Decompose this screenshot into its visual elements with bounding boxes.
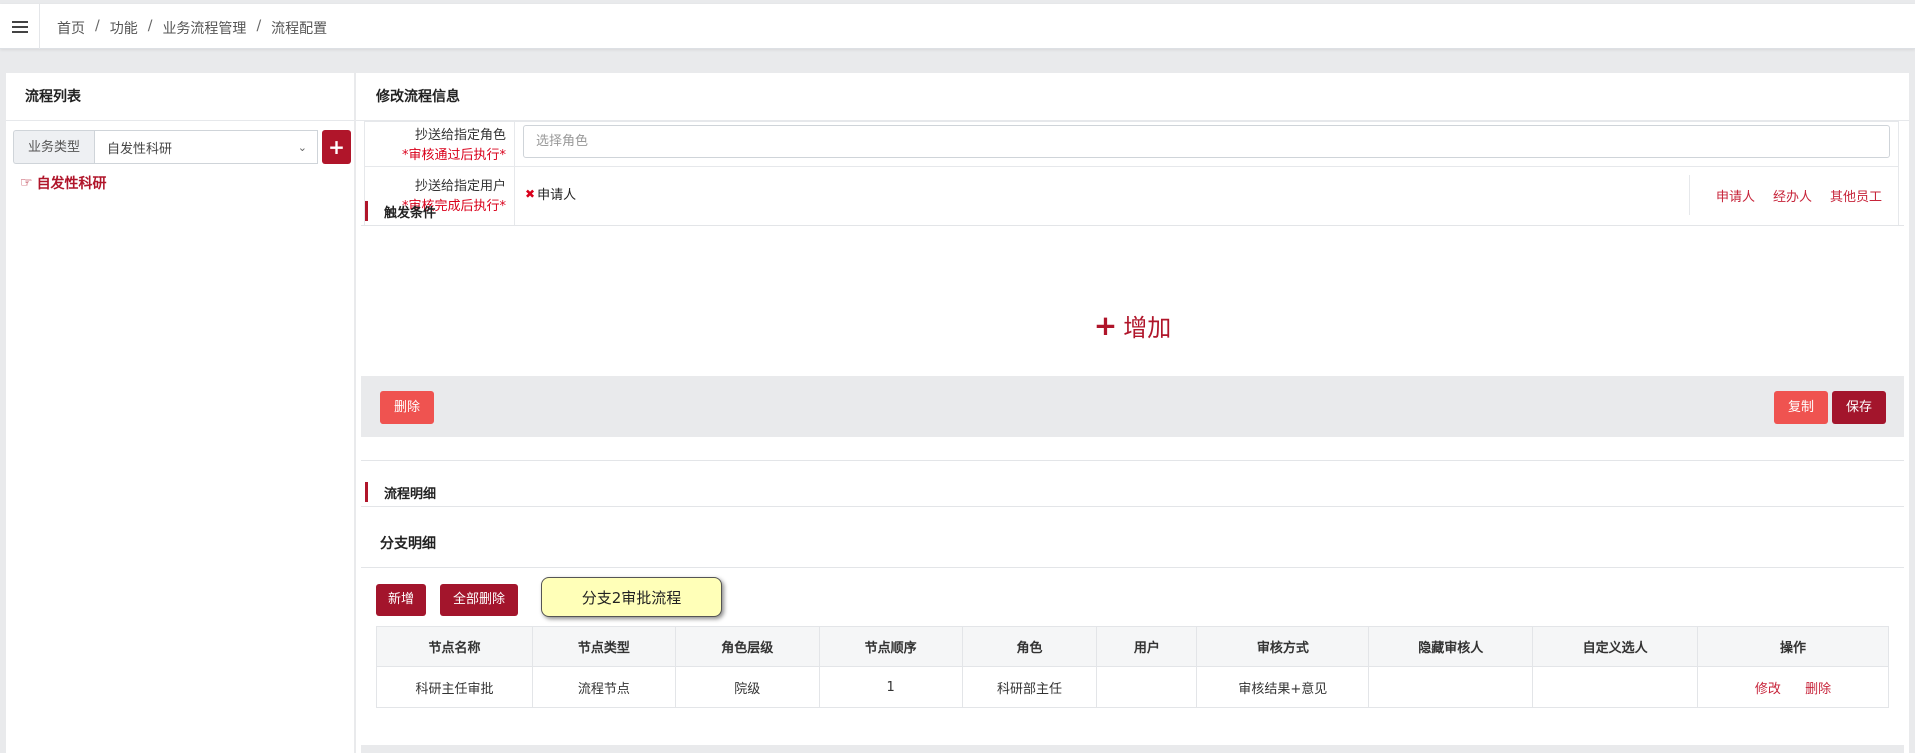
- add-trigger-area: + 增加: [361, 275, 1904, 375]
- menu-toggle-icon[interactable]: [0, 4, 40, 49]
- delete-button[interactable]: 删除: [380, 391, 435, 424]
- plus-icon: +: [1093, 308, 1118, 342]
- delete-row-link[interactable]: 删除: [1805, 682, 1831, 697]
- copy-button[interactable]: 复制: [1774, 391, 1829, 424]
- col-hidden-reviewer: 隐藏审核人: [1368, 626, 1534, 667]
- col-role-level: 角色层级: [674, 626, 820, 667]
- cc-user-options: 申请人 经办人 其他员工: [1688, 175, 1898, 215]
- business-type-value: 自发性科研: [107, 141, 173, 157]
- cc-user-field: ✖ 申请人 申请人 经办人 其他员工: [515, 167, 1898, 225]
- cc-role-field: 选择角色: [515, 122, 1898, 166]
- branch-detail-title: 分支明细: [380, 536, 436, 552]
- chevron-down-icon: ⌄: [297, 140, 307, 154]
- col-node-type: 节点类型: [531, 626, 676, 667]
- divider: [361, 506, 1904, 507]
- cc-role-note: *审核通过后执行*: [401, 148, 506, 163]
- business-type-filter: 业务类型 自发性科研 ⌄ +: [13, 130, 351, 164]
- flow-list-panel: 流程列表 业务类型 自发性科研 ⌄ + ☞ 自发性科研: [6, 73, 354, 753]
- save-button[interactable]: 保存: [1832, 391, 1887, 424]
- branch-tooltip: 分支2审批流程: [541, 577, 722, 617]
- action-bar: 删除 复制 保存: [361, 376, 1904, 437]
- col-node-order: 节点顺序: [818, 626, 963, 667]
- cc-role-row: 抄送给指定角色 *审核通过后执行* 选择角色: [365, 121, 1898, 166]
- breadcrumb-home[interactable]: 首页: [57, 18, 85, 38]
- business-type-label: 业务类型: [13, 130, 94, 164]
- cell-node-order: 1: [818, 666, 963, 708]
- breadcrumb: 首页 / 功能 / 业务流程管理 / 流程配置: [57, 18, 327, 38]
- col-review-method: 审核方式: [1196, 626, 1370, 667]
- add-trigger-button[interactable]: + 增加: [1094, 308, 1171, 343]
- cc-user-row: 抄送给指定用户 *审核完成后执行* ✖ 申请人 申请人 经办人 其他员工: [365, 166, 1898, 225]
- cc-role-label-cell: 抄送给指定角色 *审核通过后执行*: [365, 122, 515, 166]
- detail-section-header: 流程明细: [365, 481, 436, 503]
- section-accent-bar: [365, 201, 368, 221]
- add-node-button[interactable]: 新增: [376, 584, 427, 616]
- trigger-section-title: 触发条件: [384, 205, 437, 221]
- trigger-section-header: 触发条件: [365, 200, 436, 222]
- cc-user-tag-label: 申请人: [537, 188, 577, 203]
- add-business-type-button[interactable]: +: [322, 130, 351, 164]
- flow-list-title: 流程列表: [6, 73, 354, 121]
- cc-form: 抄送给指定角色 *审核通过后执行* 选择角色 抄送给指定用户 *审核完成后执行*…: [364, 121, 1899, 226]
- hand-point-icon: ☞: [20, 175, 33, 191]
- option-applicant-link[interactable]: 申请人: [1716, 186, 1755, 205]
- node-table: 节点名称 节点类型 角色层级 节点顺序 角色 用户 审核方式 隐藏审核人 自定义…: [376, 626, 1889, 708]
- cell-hidden-reviewer: [1368, 666, 1534, 708]
- add-trigger-label: 增加: [1123, 313, 1172, 342]
- edit-flow-title: 修改流程信息: [356, 73, 1909, 121]
- breadcrumb-flow-config: 流程配置: [271, 21, 328, 37]
- cc-role-input[interactable]: 选择角色: [523, 125, 1890, 158]
- breadcrumb-separator: /: [147, 18, 153, 34]
- cc-user-label: 抄送给指定用户: [414, 179, 506, 194]
- breadcrumb-function[interactable]: 功能: [110, 18, 138, 38]
- top-bar: 首页 / 功能 / 业务流程管理 / 流程配置: [0, 4, 1915, 49]
- edit-flow-panel: 修改流程信息 抄送给指定角色 *审核通过后执行* 选择角色 抄送给指定用户 *审…: [356, 73, 1909, 753]
- option-other-staff-link[interactable]: 其他员工: [1830, 186, 1882, 205]
- table-row: 科研主任审批 流程节点 院级 1 科研部主任 审核结果+意见 修改 删除: [376, 666, 1889, 708]
- divider: [361, 460, 1904, 461]
- remove-tag-icon[interactable]: ✖: [525, 187, 535, 201]
- section-accent-bar: [365, 482, 368, 502]
- cell-role-level: 院级: [674, 666, 820, 708]
- breadcrumb-business-flow[interactable]: 业务流程管理: [162, 18, 246, 38]
- table-header-row: 节点名称 节点类型 角色层级 节点顺序 角色 用户 审核方式 隐藏审核人 自定义…: [376, 626, 1889, 667]
- business-type-select[interactable]: 自发性科研 ⌄: [94, 130, 318, 164]
- cell-node-type: 流程节点: [531, 666, 676, 708]
- delete-all-button[interactable]: 全部删除: [440, 584, 519, 616]
- col-actions: 操作: [1697, 626, 1889, 667]
- cell-review-method: 审核结果+意见: [1196, 666, 1370, 708]
- flow-tree-item-label: 自发性科研: [36, 176, 107, 192]
- breadcrumb-separator: /: [95, 18, 100, 34]
- cell-actions: 修改 删除: [1697, 666, 1889, 708]
- cell-custom-select: [1532, 666, 1699, 708]
- cell-user: [1096, 666, 1198, 708]
- col-node-name: 节点名称: [376, 626, 533, 667]
- divider: [361, 567, 1904, 568]
- col-custom-select: 自定义选人: [1532, 626, 1699, 667]
- bottom-strip: [361, 745, 1904, 753]
- edit-row-link[interactable]: 修改: [1755, 682, 1781, 697]
- breadcrumb-separator: /: [256, 18, 262, 34]
- cell-role: 科研部主任: [961, 666, 1098, 708]
- cc-role-label: 抄送给指定角色: [414, 128, 506, 143]
- divider: [361, 225, 1904, 226]
- option-handler-link[interactable]: 经办人: [1773, 186, 1812, 205]
- col-role: 角色: [961, 626, 1098, 667]
- detail-section-title: 流程明细: [384, 486, 437, 502]
- flow-tree-item[interactable]: ☞ 自发性科研: [20, 173, 107, 193]
- cc-user-tag: ✖ 申请人: [525, 184, 577, 204]
- cell-node-name: 科研主任审批: [376, 666, 533, 708]
- col-user: 用户: [1096, 626, 1198, 667]
